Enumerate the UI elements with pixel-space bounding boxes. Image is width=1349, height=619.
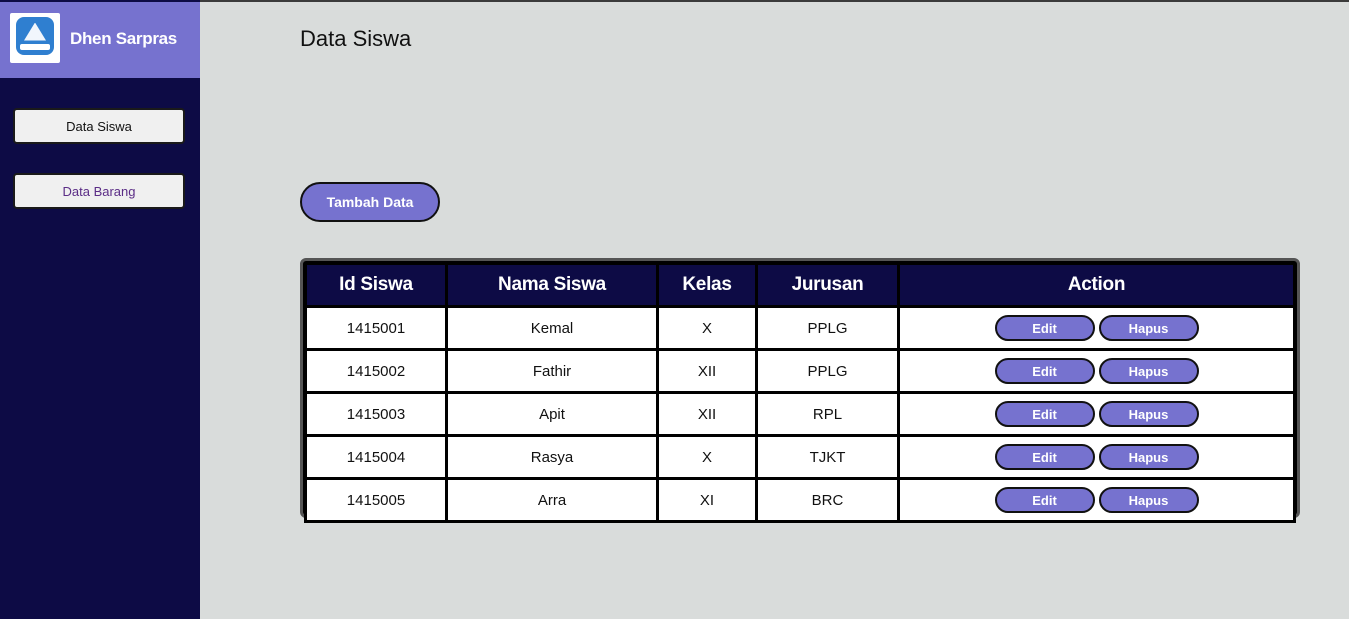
table-row: 1415004 Rasya X TJKT Edit Hapus xyxy=(307,437,1293,477)
students-table-container: Id Siswa Nama Siswa Kelas Jurusan Action… xyxy=(300,258,1300,523)
sidebar-item-label: Data Barang xyxy=(62,183,136,199)
column-header-jurusan: Jurusan xyxy=(758,265,897,305)
cell-jurusan: PPLG xyxy=(758,351,897,391)
logo-strip xyxy=(20,43,50,50)
cell-jurusan: BRC xyxy=(758,480,897,520)
cell-nama: Rasya xyxy=(448,437,656,477)
edit-button[interactable]: Edit xyxy=(994,315,1095,341)
cell-action: Edit Hapus xyxy=(900,437,1293,477)
edit-button[interactable]: Edit xyxy=(994,358,1095,384)
hapus-button[interactable]: Hapus xyxy=(1098,487,1199,513)
cell-id: 1415003 xyxy=(307,394,445,434)
cell-kelas: X xyxy=(659,308,755,348)
hapus-button[interactable]: Hapus xyxy=(1098,315,1199,341)
table-row: 1415005 Arra XI BRC Edit Hapus xyxy=(307,480,1293,520)
column-header-action: Action xyxy=(900,265,1293,305)
brand-name: Dhen Sarpras xyxy=(70,29,177,48)
page-title: Data Siswa xyxy=(300,26,412,51)
cell-id: 1415005 xyxy=(307,480,445,520)
cell-action: Edit Hapus xyxy=(900,480,1293,520)
sidebar-item-data-barang[interactable]: Data Barang xyxy=(13,173,185,209)
sidebar: Dhen Sarpras Data Siswa Data Barang xyxy=(0,0,200,619)
sidebar-item-label: Data Siswa xyxy=(66,118,132,134)
column-header-id: Id Siswa xyxy=(307,265,445,305)
edit-button[interactable]: Edit xyxy=(994,487,1095,513)
cell-action: Edit Hapus xyxy=(900,351,1293,391)
top-border xyxy=(0,0,1349,2)
cell-jurusan: PPLG xyxy=(758,308,897,348)
cell-action: Edit Hapus xyxy=(900,394,1293,434)
sidebar-item-data-siswa[interactable]: Data Siswa xyxy=(13,108,185,144)
cell-kelas: XI xyxy=(659,480,755,520)
cell-id: 1415002 xyxy=(307,351,445,391)
school-logo xyxy=(10,13,60,63)
cell-jurusan: TJKT xyxy=(758,437,897,477)
cell-jurusan: RPL xyxy=(758,394,897,434)
hapus-button[interactable]: Hapus xyxy=(1098,358,1199,384)
cell-kelas: XII xyxy=(659,351,755,391)
students-table: Id Siswa Nama Siswa Kelas Jurusan Action… xyxy=(304,262,1296,523)
cell-kelas: X xyxy=(659,437,755,477)
table-header-row: Id Siswa Nama Siswa Kelas Jurusan Action xyxy=(307,265,1293,305)
column-header-nama: Nama Siswa xyxy=(448,265,656,305)
hapus-button[interactable]: Hapus xyxy=(1098,444,1199,470)
hapus-button[interactable]: Hapus xyxy=(1098,401,1199,427)
cell-kelas: XII xyxy=(659,394,755,434)
column-header-kelas: Kelas xyxy=(659,265,755,305)
cell-nama: Apit xyxy=(448,394,656,434)
table-row: 1415003 Apit XII RPL Edit Hapus xyxy=(307,394,1293,434)
edit-button[interactable]: Edit xyxy=(994,444,1095,470)
brand-header: Dhen Sarpras xyxy=(0,2,200,78)
logo-badge xyxy=(16,17,54,55)
cell-nama: Kemal xyxy=(448,308,656,348)
cell-nama: Arra xyxy=(448,480,656,520)
tambah-data-button[interactable]: Tambah Data xyxy=(300,182,440,222)
table-row: 1415002 Fathir XII PPLG Edit Hapus xyxy=(307,351,1293,391)
edit-button[interactable]: Edit xyxy=(994,401,1095,427)
cell-id: 1415001 xyxy=(307,308,445,348)
cell-id: 1415004 xyxy=(307,437,445,477)
table-row: 1415001 Kemal X PPLG Edit Hapus xyxy=(307,308,1293,348)
cell-nama: Fathir xyxy=(448,351,656,391)
logo-mark-icon xyxy=(24,22,46,41)
cell-action: Edit Hapus xyxy=(900,308,1293,348)
